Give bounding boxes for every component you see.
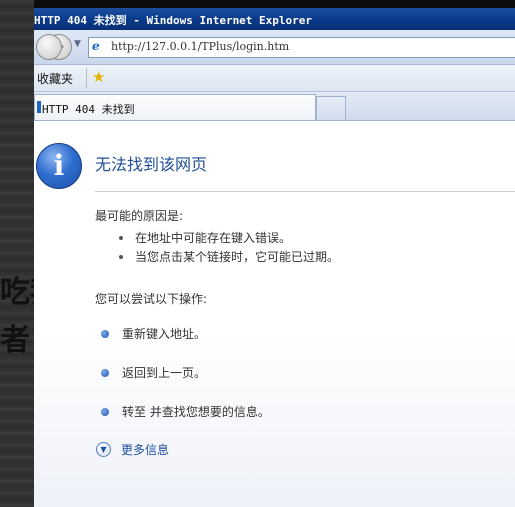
title-divider: [95, 191, 515, 192]
info-icon: i: [36, 143, 82, 189]
new-tab-button[interactable]: [316, 96, 346, 120]
history-dropdown-icon[interactable]: ▼: [74, 39, 81, 49]
back-button[interactable]: [36, 34, 62, 60]
bullet-icon: [101, 407, 109, 416]
favorites-bar: 收藏夹 ★: [34, 65, 515, 92]
ie-page-icon: e: [92, 39, 100, 53]
title-bar[interactable]: HTTP 404 未找到 - Windows Internet Explorer: [34, 8, 515, 30]
error-page: i 无法找到该网页 最可能的原因是: 在地址中可能存在键入错误。 当您点击某个链…: [34, 121, 515, 507]
tab-bar: HTTP 404 未找到: [34, 92, 515, 121]
window-title: HTTP 404 未找到 - Windows Internet Explorer: [34, 14, 313, 27]
tab-page-icon: [37, 101, 41, 113]
bullet-icon: [101, 368, 109, 377]
favorites-separator: [86, 68, 87, 88]
address-bar[interactable]: e http://127.0.0.1/TPlus/login.htm: [88, 37, 515, 58]
navigation-bar: ➔ ▼ e http://127.0.0.1/TPlus/login.htm: [34, 30, 515, 65]
favorites-star-icon[interactable]: ★: [92, 68, 105, 86]
tab-http-404[interactable]: HTTP 404 未找到: [34, 94, 316, 120]
action-retype-address[interactable]: 重新键入地址。: [101, 325, 206, 342]
cause-heading: 最可能的原因是:: [95, 209, 184, 223]
address-url[interactable]: http://127.0.0.1/TPlus/login.htm: [111, 40, 289, 53]
bullet-dot-icon: [119, 254, 123, 259]
action-go-back[interactable]: 返回到上一页。: [101, 364, 206, 381]
top-strip: [34, 0, 515, 8]
action-go-to[interactable]: 转至 并查找您想要的信息。: [101, 403, 270, 420]
try-heading: 您可以尝试以下操作:: [95, 292, 208, 306]
cause-item: 在地址中可能存在键入错误。: [119, 229, 291, 246]
tab-label: HTTP 404 未找到: [42, 103, 135, 116]
bullet-icon: [101, 329, 109, 338]
ie-window: HTTP 404 未找到 - Windows Internet Explorer…: [34, 0, 515, 507]
bullet-dot-icon: [119, 235, 123, 240]
cause-item: 当您点击某个链接时，它可能已过期。: [119, 248, 339, 265]
desktop-background: [0, 0, 36, 507]
page-title: 无法找到该网页: [95, 155, 208, 174]
background-text-2: 者: [0, 323, 30, 358]
favorites-button[interactable]: 收藏夹: [37, 70, 73, 87]
expand-chevron-icon: ▼: [96, 442, 111, 457]
more-info-link[interactable]: ▼ 更多信息: [96, 441, 169, 458]
